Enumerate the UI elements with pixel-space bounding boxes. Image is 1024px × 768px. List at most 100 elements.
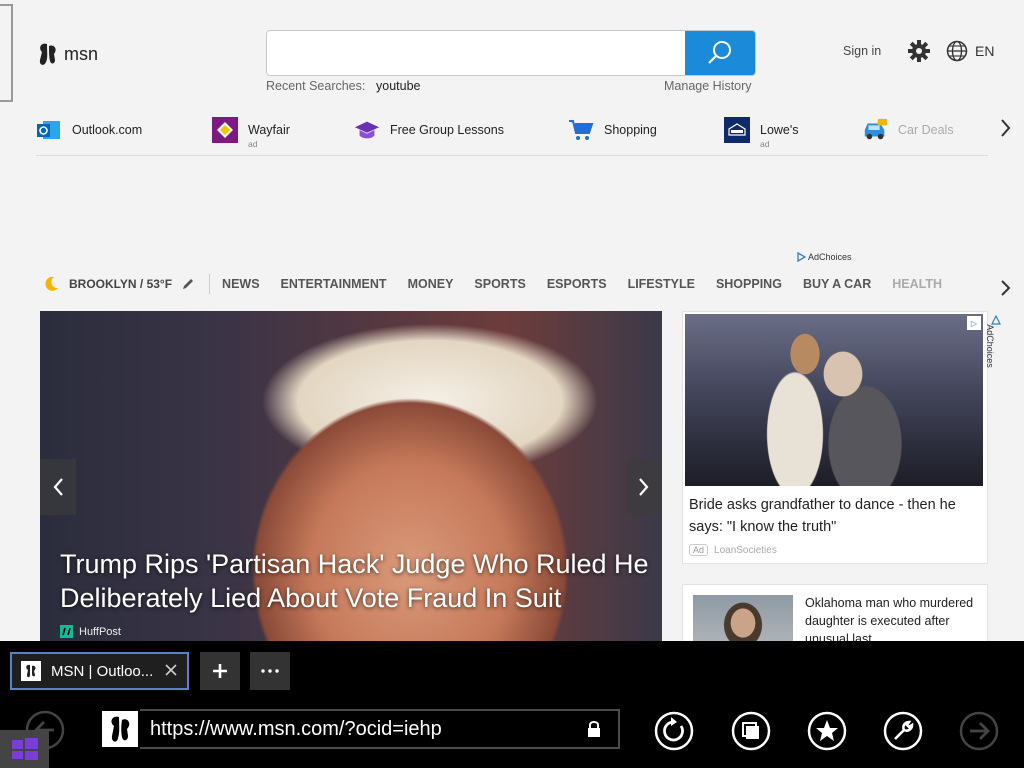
- adchoices-link[interactable]: AdChoices: [797, 252, 852, 262]
- adchoices-side-label: AdChoices: [984, 324, 995, 368]
- arrow-right-icon: [959, 711, 999, 751]
- star-icon: [807, 711, 847, 751]
- wrench-icon: [883, 711, 923, 751]
- quicklink-outlook[interactable]: Outlook.com: [36, 112, 142, 148]
- logo-text: msn: [64, 43, 99, 64]
- quicklink-lowes[interactable]: Lowe's ad: [724, 112, 799, 149]
- lowes-icon: [724, 117, 750, 143]
- ad-attribution: Ad LoanSocieties: [689, 544, 777, 556]
- gear-icon: [908, 40, 930, 62]
- forward-button[interactable]: [959, 711, 999, 751]
- globe-icon: [946, 40, 968, 62]
- search-icon: [708, 41, 731, 64]
- msn-logo[interactable]: msn: [36, 40, 98, 68]
- category-entertainment[interactable]: ENTERTAINMENT: [281, 277, 387, 291]
- car-icon: [862, 117, 888, 143]
- moon-icon: [45, 276, 58, 291]
- tabs-icon: [731, 711, 771, 751]
- wayfair-icon: [212, 117, 238, 143]
- close-icon: [165, 664, 177, 676]
- adchoices-side-link[interactable]: AdChoices: [985, 315, 1002, 379]
- address-bar[interactable]: https://www.msn.com/?ocid=iehp: [100, 709, 620, 749]
- category-news[interactable]: NEWS: [222, 277, 260, 291]
- hero-story[interactable]: Trump Rips 'Partisan Hack' Judge Who Rul…: [40, 311, 662, 641]
- page-tools-button[interactable]: [883, 711, 923, 751]
- graduation-cap-icon: [354, 117, 380, 143]
- quicklink-label: Car Deals: [898, 123, 954, 137]
- left-edge-window-fragment: [0, 4, 13, 102]
- recent-search-link[interactable]: youtube: [376, 79, 420, 93]
- chevron-right-icon: [1001, 280, 1011, 296]
- quicklink-label: Wayfair ad: [248, 123, 290, 149]
- manage-history-link[interactable]: Manage History: [664, 79, 752, 93]
- ad-headline[interactable]: Bride asks grandfather to dance - then h…: [689, 494, 981, 538]
- url-text[interactable]: https://www.msn.com/?ocid=iehp: [150, 718, 586, 741]
- favorites-button[interactable]: [807, 711, 847, 751]
- shopping-cart-icon: [568, 117, 594, 143]
- news-card[interactable]: Oklahoma man who murdered daughter is ex…: [682, 584, 988, 648]
- quicklink-free-group-lessons[interactable]: Free Group Lessons: [354, 112, 504, 148]
- categories-next-button[interactable]: [1000, 279, 1012, 302]
- msn-favicon-icon: [21, 661, 41, 681]
- new-tab-button[interactable]: [200, 652, 240, 690]
- quicklink-label: Free Group Lessons: [390, 123, 504, 137]
- plus-icon: [213, 664, 227, 678]
- hero-headline[interactable]: Trump Rips 'Partisan Hack' Judge Who Rul…: [60, 547, 660, 615]
- weather-location-text: BROOKLYN / 53°F: [69, 277, 173, 291]
- weather-location[interactable]: BROOKLYN / 53°F: [42, 275, 195, 293]
- category-sports[interactable]: SPORTS: [474, 277, 525, 291]
- adchoices-icon: [797, 252, 806, 262]
- windows-logo-icon: [11, 738, 38, 760]
- divider: [209, 274, 211, 294]
- quicklink-wayfair[interactable]: Wayfair ad: [212, 112, 290, 149]
- quicklink-label: Shopping: [604, 123, 657, 137]
- news-card-headline[interactable]: Oklahoma man who murdered daughter is ex…: [805, 594, 980, 647]
- quicklink-label: Lowe's ad: [760, 123, 799, 149]
- quicklink-car-deals[interactable]: Car Deals: [862, 112, 954, 148]
- category-health[interactable]: HEALTH: [892, 277, 942, 291]
- outlook-icon: [36, 117, 62, 143]
- quicklink-shopping[interactable]: Shopping: [568, 112, 657, 148]
- huffpost-logo-icon: [60, 625, 73, 638]
- hero-next-button[interactable]: [626, 459, 662, 515]
- settings-button[interactable]: [908, 40, 930, 67]
- start-button[interactable]: [0, 730, 49, 768]
- category-money[interactable]: MONEY: [408, 277, 454, 291]
- refresh-button[interactable]: [654, 711, 694, 751]
- ad-pill: Ad: [689, 544, 709, 556]
- hero-prev-button[interactable]: [40, 459, 76, 515]
- ad-image: ▷: [685, 314, 983, 486]
- chevron-right-icon: [639, 478, 649, 496]
- chevron-right-icon: [1001, 119, 1011, 137]
- category-esports[interactable]: ESPORTS: [547, 277, 607, 291]
- ad-info-icon[interactable]: ▷: [967, 316, 981, 330]
- search-button[interactable]: [685, 31, 755, 75]
- category-bar: BROOKLYN / 53°F NEWS ENTERTAINMENT MONEY…: [42, 272, 963, 296]
- ad-card[interactable]: ▷ Bride asks grandfather to dance - then…: [682, 311, 988, 564]
- search-input[interactable]: [267, 31, 686, 75]
- category-lifestyle[interactable]: LIFESTYLE: [628, 277, 695, 291]
- language-button[interactable]: [946, 40, 968, 67]
- lock-icon[interactable]: [586, 720, 602, 738]
- tab-options-button[interactable]: [250, 652, 290, 690]
- quicklinks-next-button[interactable]: [1000, 118, 1012, 143]
- category-buy-a-car[interactable]: BUY A CAR: [803, 277, 871, 291]
- browser-bar: MSN | Outloo... https://www.msn.com/?oci…: [0, 641, 1024, 768]
- hero-source: HuffPost: [60, 625, 121, 638]
- search-box[interactable]: [266, 30, 756, 76]
- tabs-view-button[interactable]: [731, 711, 771, 751]
- browser-tab[interactable]: MSN | Outloo...: [10, 652, 189, 690]
- language-label[interactable]: EN: [975, 43, 994, 59]
- tab-title: MSN | Outloo...: [51, 662, 154, 680]
- pencil-icon[interactable]: [181, 277, 195, 291]
- category-shopping[interactable]: SHOPPING: [716, 277, 782, 291]
- hero-source-name: HuffPost: [79, 625, 121, 638]
- more-icon: [261, 669, 279, 673]
- chevron-left-icon: [53, 478, 63, 496]
- ad-sponsor: LoanSocieties: [714, 544, 777, 556]
- butterfly-icon: [39, 43, 56, 65]
- tab-close-button[interactable]: [163, 662, 179, 678]
- adchoices-label: AdChoices: [808, 252, 852, 262]
- ad-tag: ad: [248, 139, 258, 149]
- sign-in-link[interactable]: Sign in: [843, 44, 881, 58]
